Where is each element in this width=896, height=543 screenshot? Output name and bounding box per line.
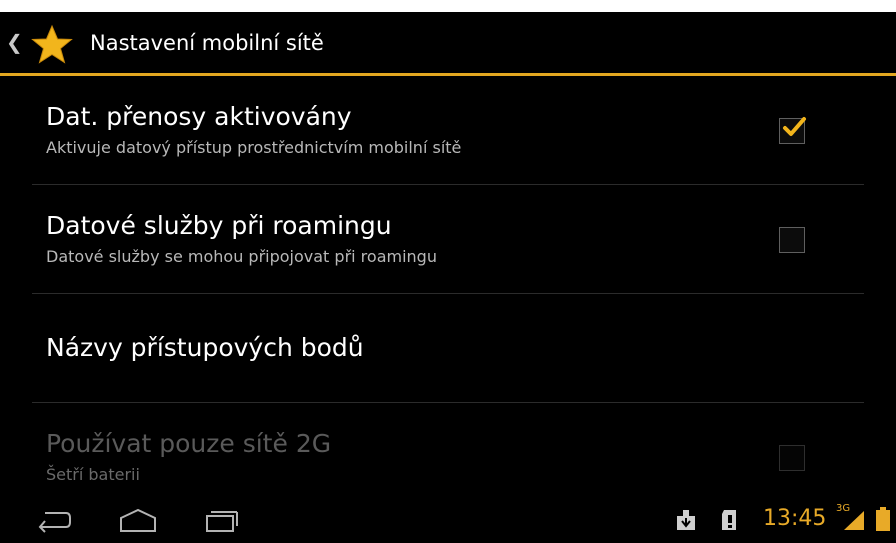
setting-data-roaming[interactable]: Datové služby při roamingu Datové služby… xyxy=(0,185,896,294)
setting-title: Dat. přenosy aktivovány xyxy=(46,102,352,131)
settings-list: Dat. přenosy aktivovány Aktivuje datový … xyxy=(0,76,896,512)
setting-title: Datové služby při roamingu xyxy=(46,211,392,240)
setting-summary: Šetří baterii xyxy=(46,465,140,484)
setting-title: Používat pouze sítě 2G xyxy=(46,429,332,458)
back-icon[interactable] xyxy=(36,507,72,533)
top-cropped-strip xyxy=(0,0,896,12)
status-time: 13:45 xyxy=(763,506,827,531)
battery-icon xyxy=(876,507,890,531)
setting-title: Názvy přístupových bodů xyxy=(46,333,364,362)
data-enabled-checkbox[interactable] xyxy=(779,117,806,144)
recent-apps-icon[interactable] xyxy=(204,507,240,533)
checkmark-icon xyxy=(783,117,806,136)
setting-access-point-names[interactable]: Názvy přístupových bodů xyxy=(0,294,896,403)
chevron-left-icon[interactable]: ❮ xyxy=(6,32,23,52)
action-bar: ❮ Nastavení mobilní sítě xyxy=(0,12,896,76)
use-only-2g-checkbox[interactable] xyxy=(779,445,805,471)
download-icon[interactable] xyxy=(676,509,696,531)
signal-icon xyxy=(844,511,864,530)
page-title: Nastavení mobilní sítě xyxy=(90,31,324,55)
setting-summary: Datové služby se mohou připojovat při ro… xyxy=(46,247,437,266)
data-roaming-checkbox[interactable] xyxy=(779,227,805,253)
home-icon[interactable] xyxy=(118,507,158,533)
setting-summary: Aktivuje datový přístup prostřednictvím … xyxy=(46,138,462,157)
setting-data-enabled[interactable]: Dat. přenosy aktivovány Aktivuje datový … xyxy=(0,76,896,185)
system-navigation-bar: 13:45 3G xyxy=(0,497,896,543)
star-icon[interactable] xyxy=(30,24,74,66)
sd-card-warning-icon[interactable] xyxy=(721,509,739,531)
setting-use-only-2g[interactable]: Používat pouze sítě 2G Šetří baterii xyxy=(0,403,896,512)
